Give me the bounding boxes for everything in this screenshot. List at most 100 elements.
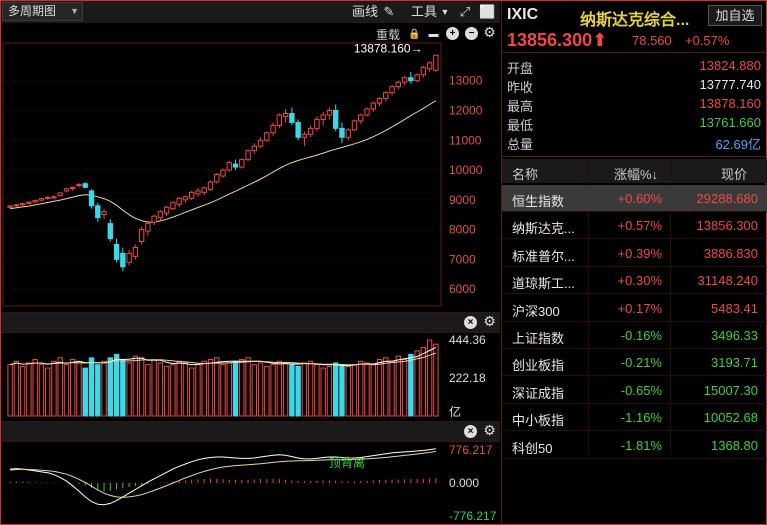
volume-bar <box>95 364 101 417</box>
volume-bar <box>176 360 182 417</box>
macd-tick-label: 776.217 <box>449 443 493 457</box>
volume-bar <box>226 362 232 417</box>
volume-bar <box>63 364 70 417</box>
list-item[interactable]: 创业板指 -0.21% 3193.71 <box>502 349 767 377</box>
volume-bar <box>138 357 145 417</box>
list-item[interactable]: 纳斯达克... +0.57% 13856.300 <box>502 212 767 240</box>
volume-bar <box>182 362 189 417</box>
volume-bar <box>345 365 351 417</box>
list-item[interactable]: 标准普尔... +0.39% 3886.830 <box>502 240 767 267</box>
list-item[interactable]: 恒生指数 +0.60% 29288.680 <box>502 185 767 212</box>
quote-header: IXIC 纳斯达克综合... 加自选 13856.300⬆ 78.560 +0.… <box>502 1 767 53</box>
volume-bar <box>364 362 370 417</box>
volume-bar <box>257 362 264 417</box>
volume-bar <box>7 364 13 417</box>
volume-bar <box>376 359 383 417</box>
volume-bar <box>389 360 395 417</box>
volume-bar <box>314 364 320 417</box>
quote-change-pct: +0.57% <box>685 33 730 48</box>
header-price[interactable]: 现价 <box>721 164 747 183</box>
stat-value: 13761.660 <box>699 115 761 130</box>
list-item[interactable]: 道琼斯工... +0.30% 31148.240 <box>502 267 767 295</box>
list-item-change: +0.57% <box>617 218 662 234</box>
list-item-name: 道琼斯工... <box>512 276 575 292</box>
arrow-up-icon: ⬆ <box>592 30 608 50</box>
list-item-name: 纳斯达克... <box>512 221 575 237</box>
list-item-price: 31148.240 <box>697 273 759 289</box>
add-watchlist-button[interactable]: 加自选 <box>708 5 762 26</box>
list-item-name: 恒生指数 <box>512 194 565 209</box>
volume-bar <box>170 364 176 417</box>
volume-bar <box>408 353 414 417</box>
volume-bar <box>70 359 76 417</box>
list-item-name: 深证成指 <box>512 385 565 401</box>
volume-tick-label: 222.18 <box>449 371 486 385</box>
volume-bar <box>295 365 301 417</box>
header-name[interactable]: 名称 <box>512 164 538 183</box>
volume-bar <box>26 362 32 417</box>
list-item[interactable]: 沪深300 +0.17% 5483.41 <box>502 295 767 322</box>
list-item[interactable]: 深证成指 -0.65% 15007.30 <box>502 377 767 404</box>
list-item-name: 上证指数 <box>512 331 565 346</box>
stat-row: 最高 13878.160 <box>502 94 767 114</box>
volume-bar <box>207 359 214 417</box>
volume-bar <box>214 357 220 417</box>
list-item-change: -0.21% <box>620 355 662 371</box>
quote-stats: 开盘 13824.880 昨收 13777.740 最高 13878.160 最低 13761… <box>502 55 767 157</box>
volume-bar <box>289 364 295 417</box>
volume-bar <box>264 365 270 417</box>
volume-bar <box>45 367 51 417</box>
volume-bar <box>232 360 239 417</box>
stat-value: 13878.160 <box>699 96 761 111</box>
volume-bar <box>120 359 126 417</box>
list-item[interactable]: 科创50 -1.81% 1368.80 <box>502 432 767 459</box>
list-item[interactable]: 上证指数 -0.16% 3496.33 <box>502 322 767 349</box>
volume-bar <box>13 360 20 417</box>
list-item-change: -1.16% <box>620 410 662 426</box>
quote-change: 78.560 <box>632 33 672 48</box>
volume-bar <box>151 359 157 417</box>
indicator-charts[interactable]: 444.36 222.18 亿顶背离 776.217 0.000 -776.217 <box>1 1 500 523</box>
stat-row: 开盘 13824.880 <box>502 56 767 76</box>
list-item-price: 13856.300 <box>696 218 758 234</box>
list-item-name: 沪深300 <box>512 303 560 319</box>
chart-panel: 多周期图 ▼ 画线 ✎ 工具 ▼ ⤢ ⬜ 重载 🔒 ▬ + − ⚙ 13000 1… <box>1 1 500 523</box>
quote-symbol: IXIC <box>507 6 539 23</box>
volume-bar <box>82 367 88 417</box>
volume-bar <box>32 359 38 417</box>
list-item-change: -0.65% <box>620 382 662 398</box>
list-item[interactable]: 中小板指 -1.16% 10052.68 <box>502 404 767 432</box>
macd-divergence-annotation: 顶背离 <box>329 455 365 470</box>
volume-bar <box>245 357 251 417</box>
stat-row: 总量 62.69亿 <box>502 132 767 152</box>
volume-bar <box>157 362 164 417</box>
volume-bar <box>132 355 139 417</box>
macd-tick-label: -776.217 <box>449 509 497 523</box>
list-item-name: 中小板指 <box>512 413 565 429</box>
list-item-price: 15007.30 <box>703 382 758 398</box>
volume-bar <box>145 364 151 417</box>
volume-bar <box>358 360 364 417</box>
list-item-price: 3886.830 <box>703 245 758 261</box>
header-change-pct[interactable]: 涨幅%↓ <box>614 164 658 183</box>
volume-bar <box>126 362 132 417</box>
macd-dea-line <box>10 451 436 498</box>
volume-bar <box>395 355 401 417</box>
list-item-change: +0.30% <box>617 273 662 289</box>
volume-bar <box>401 359 408 417</box>
volume-bar <box>282 362 289 417</box>
volume-bar <box>251 364 257 417</box>
volume-bar <box>433 343 439 417</box>
volume-bar <box>276 360 283 417</box>
list-item-name: 标准普尔... <box>512 248 575 264</box>
volume-bar <box>51 360 57 417</box>
volume-bar <box>19 365 26 417</box>
volume-bar <box>195 364 201 417</box>
volume-bar <box>370 364 376 417</box>
volume-bar <box>38 364 45 417</box>
list-item-change: +0.39% <box>617 245 662 261</box>
volume-bar <box>220 364 226 417</box>
volume-bar <box>270 364 276 417</box>
macd-tick-label: 0.000 <box>449 476 479 490</box>
volume-bar <box>301 362 308 417</box>
